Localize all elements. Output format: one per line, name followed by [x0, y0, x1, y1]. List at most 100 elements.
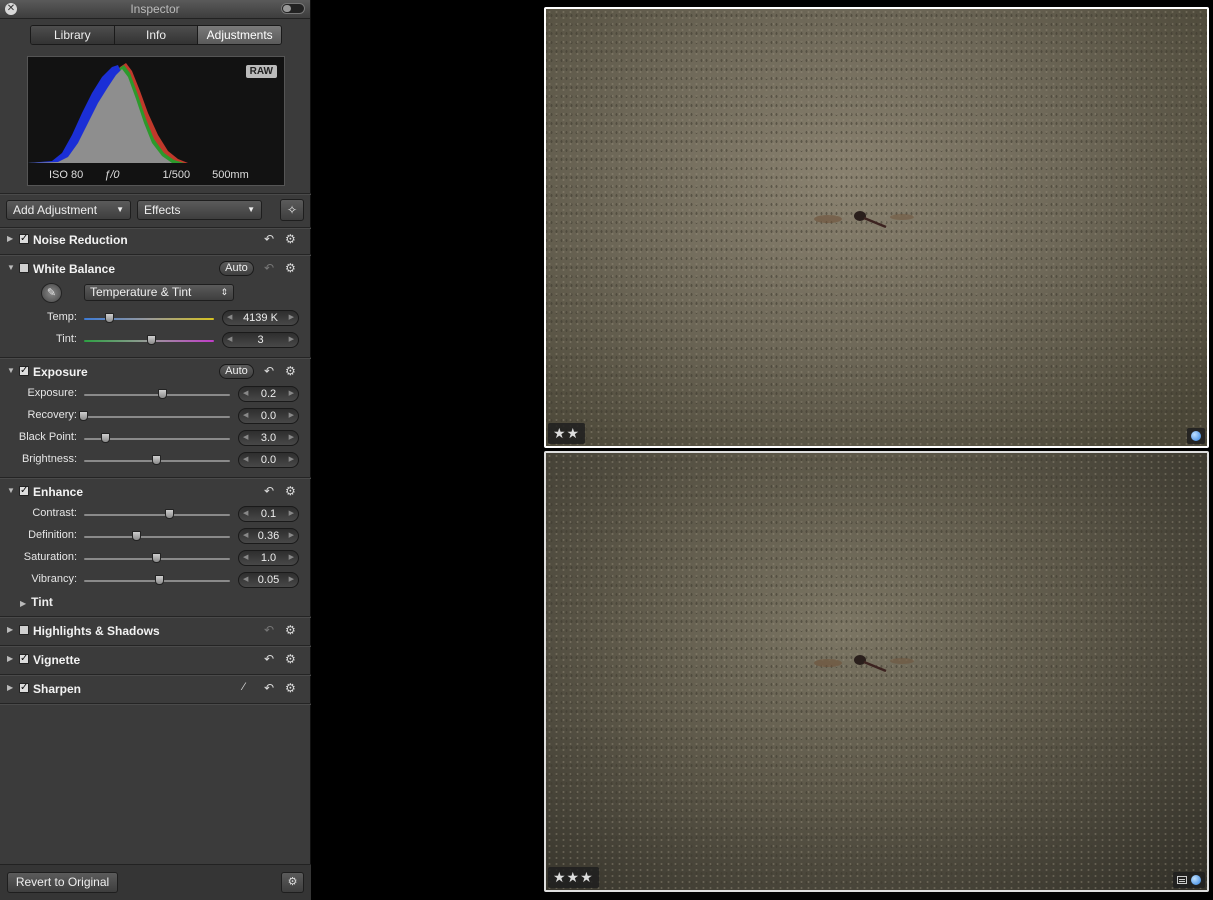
reset-arrow-icon[interactable]: ↶	[264, 261, 274, 275]
exposure-slider-thumb[interactable]	[157, 389, 167, 399]
tint-slider-thumb[interactable]	[146, 335, 156, 345]
disclosure-right-icon[interactable]: ▶	[7, 625, 13, 634]
tab-library[interactable]: Library	[31, 26, 115, 44]
close-icon[interactable]: ✕	[5, 3, 17, 15]
temp-slider-track[interactable]	[84, 318, 214, 320]
temp-slider-thumb[interactable]	[105, 313, 114, 323]
disclosure-down-icon[interactable]: ▼	[7, 486, 15, 495]
definition-value-field[interactable]: ◀ 0.36 ▶	[238, 528, 299, 544]
revert-to-original-button[interactable]: Revert to Original	[7, 872, 118, 893]
decrement-arrow-icon[interactable]: ◀	[243, 409, 248, 423]
gear-icon[interactable]: ⚙	[285, 261, 296, 275]
recovery-value-field[interactable]: ◀ 0.0 ▶	[238, 408, 299, 424]
sharpen-checkbox[interactable]: ✓	[19, 683, 29, 693]
disclosure-right-icon[interactable]: ▶	[7, 654, 13, 663]
reset-arrow-icon[interactable]: ↶	[264, 652, 274, 666]
white-balance-checkbox[interactable]	[19, 263, 29, 273]
saturation-label: Saturation:	[23, 551, 77, 563]
section-title: Vignette	[33, 653, 81, 667]
photo-original[interactable]: ★★	[544, 7, 1209, 448]
increment-arrow-icon[interactable]: ▶	[289, 551, 294, 565]
increment-arrow-icon[interactable]: ▶	[289, 431, 294, 445]
tint-value-field[interactable]: ◀ 3 ▶	[222, 332, 299, 348]
saturation-slider-thumb[interactable]	[152, 553, 161, 563]
definition-slider-thumb[interactable]	[131, 531, 141, 541]
reset-arrow-icon[interactable]: ↶	[264, 623, 274, 637]
highlights-shadows-checkbox[interactable]	[19, 625, 29, 635]
brightness-slider-thumb[interactable]	[152, 455, 161, 465]
vibrancy-value-field[interactable]: ◀ 0.05 ▶	[238, 572, 299, 588]
star-rating[interactable]: ★★	[548, 423, 586, 444]
gear-icon[interactable]: ⚙	[285, 623, 296, 637]
tint-subsection[interactable]: ▶ Tint	[20, 595, 53, 609]
vibrancy-slider-thumb[interactable]	[154, 575, 164, 585]
decrement-arrow-icon[interactable]: ◀	[243, 529, 248, 543]
enhance-checkbox[interactable]: ✓	[19, 486, 29, 496]
decrement-arrow-icon[interactable]: ◀	[243, 387, 248, 401]
brush-icon[interactable]: ⁄	[243, 681, 245, 693]
exposure-auto-button[interactable]: Auto	[219, 364, 254, 379]
disclosure-down-icon[interactable]: ▼	[7, 366, 15, 375]
add-adjustment-popup[interactable]: Add Adjustment ▼	[6, 200, 131, 220]
effects-popup[interactable]: Effects ▼	[137, 200, 262, 220]
increment-arrow-icon[interactable]: ▶	[289, 387, 294, 401]
disclosure-right-icon[interactable]: ▶	[7, 683, 13, 692]
increment-arrow-icon[interactable]: ▶	[289, 311, 294, 325]
tint-row: Tint: ◀ 3 ▶	[0, 332, 311, 348]
exposure-checkbox[interactable]: ✓	[19, 366, 29, 376]
white-balance-auto-button[interactable]: Auto	[219, 261, 254, 276]
photo-adjusted[interactable]: ★★★	[544, 451, 1209, 892]
gear-icon[interactable]: ⚙	[285, 364, 296, 378]
contrast-value-field[interactable]: ◀ 0.1 ▶	[238, 506, 299, 522]
increment-arrow-icon[interactable]: ▶	[289, 507, 294, 521]
contrast-slider-track[interactable]	[84, 514, 230, 516]
decrement-arrow-icon[interactable]: ◀	[243, 573, 248, 587]
recovery-row: Recovery: ◀ 0.0 ▶	[0, 408, 311, 424]
gear-icon[interactable]: ⚙	[281, 872, 304, 893]
vignette-checkbox[interactable]: ✓	[19, 654, 29, 664]
exposure-value-field[interactable]: ◀ 0.2 ▶	[238, 386, 299, 402]
magic-wand-icon[interactable]: ✧	[280, 199, 304, 221]
gear-icon[interactable]: ⚙	[285, 652, 296, 666]
tab-adjustments[interactable]: Adjustments	[198, 26, 281, 44]
updown-arrows-icon: ⇕	[220, 287, 228, 297]
decrement-arrow-icon[interactable]: ◀	[243, 453, 248, 467]
decrement-arrow-icon[interactable]: ◀	[227, 311, 232, 325]
star-rating[interactable]: ★★★	[548, 867, 599, 888]
decrement-arrow-icon[interactable]: ◀	[243, 551, 248, 565]
decrement-arrow-icon[interactable]: ◀	[227, 333, 232, 347]
recovery-slider-track[interactable]	[84, 416, 230, 418]
brightness-value-field[interactable]: ◀ 0.0 ▶	[238, 452, 299, 468]
increment-arrow-icon[interactable]: ▶	[289, 573, 294, 587]
reset-arrow-icon[interactable]: ↶	[264, 681, 274, 695]
gear-icon[interactable]: ⚙	[285, 681, 296, 695]
noise-reduction-checkbox[interactable]: ✓	[19, 234, 29, 244]
increment-arrow-icon[interactable]: ▶	[289, 409, 294, 423]
focal-length-value: 500mm	[212, 169, 249, 181]
increment-arrow-icon[interactable]: ▶	[289, 453, 294, 467]
black-point-value: 3.0	[260, 432, 277, 444]
reset-arrow-icon[interactable]: ↶	[264, 484, 274, 498]
tab-info[interactable]: Info	[114, 26, 199, 44]
eyedropper-icon[interactable]: ✎	[41, 283, 62, 303]
decrement-arrow-icon[interactable]: ◀	[243, 507, 248, 521]
black-point-slider-thumb[interactable]	[100, 433, 110, 443]
disclosure-right-icon[interactable]: ▶	[7, 234, 13, 243]
decrement-arrow-icon[interactable]: ◀	[243, 431, 248, 445]
saturation-value-field[interactable]: ◀ 1.0 ▶	[238, 550, 299, 566]
contrast-slider-thumb[interactable]	[165, 509, 175, 519]
black-point-value-field[interactable]: ◀ 3.0 ▶	[238, 430, 299, 446]
temp-value-field[interactable]: ◀ 4139 K ▶	[222, 310, 299, 326]
reset-arrow-icon[interactable]: ↶	[264, 364, 274, 378]
white-balance-mode-select[interactable]: Temperature & Tint ⇕	[84, 284, 234, 301]
increment-arrow-icon[interactable]: ▶	[289, 529, 294, 543]
gear-icon[interactable]: ⚙	[285, 232, 296, 246]
increment-arrow-icon[interactable]: ▶	[289, 333, 294, 347]
toggle-icon[interactable]	[281, 3, 305, 14]
reset-arrow-icon[interactable]: ↶	[264, 232, 274, 246]
definition-slider-track[interactable]	[84, 536, 230, 538]
recovery-slider-thumb[interactable]	[79, 411, 88, 421]
disclosure-right-icon[interactable]: ▶	[20, 599, 26, 608]
disclosure-down-icon[interactable]: ▼	[7, 263, 15, 272]
gear-icon[interactable]: ⚙	[285, 484, 296, 498]
